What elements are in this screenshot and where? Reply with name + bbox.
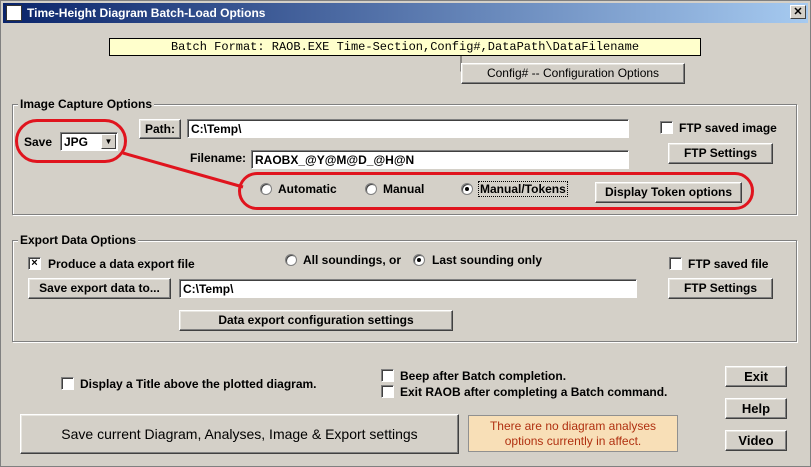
export-ftp-settings-button[interactable]: FTP Settings — [668, 278, 773, 299]
beep-checkbox[interactable] — [381, 369, 394, 382]
beep-label: Beep after Batch completion. — [400, 369, 567, 383]
display-title-label: Display a Title above the plotted diagra… — [80, 377, 317, 391]
highlight-connector — [122, 151, 244, 189]
exit-raob-label: Exit RAOB after completing a Batch comma… — [400, 385, 668, 399]
path-button[interactable]: Path: — [139, 119, 181, 139]
save-current-settings-button[interactable]: Save current Diagram, Analyses, Image & … — [20, 414, 459, 454]
exit-raob-checkbox[interactable] — [381, 385, 394, 398]
export-data-group-title: Export Data Options — [18, 233, 139, 247]
config-options-button[interactable]: Config# -- Configuration Options — [461, 63, 685, 84]
help-button[interactable]: Help — [725, 398, 787, 419]
batch-format-text: Batch Format: RAOB.EXE Time-Section,Conf… — [109, 38, 701, 56]
image-path-input[interactable]: C:\Temp\ — [187, 119, 629, 138]
close-button[interactable]: ✕ — [790, 5, 806, 19]
produce-export-checkbox[interactable]: × — [28, 257, 41, 270]
analyses-note: There are no diagram analyses options cu… — [468, 415, 678, 452]
export-path-input[interactable]: C:\Temp\ — [179, 279, 637, 298]
produce-export-label: Produce a data export file — [48, 257, 195, 271]
exit-button[interactable]: Exit — [725, 366, 787, 387]
radio-last-sounding-label: Last sounding only — [432, 253, 542, 267]
radio-all-soundings-label: All soundings, or — [303, 253, 401, 267]
image-ftp-settings-button[interactable]: FTP Settings — [668, 143, 773, 164]
highlight-save-oval — [15, 119, 127, 163]
window-title: Time-Height Diagram Batch-Load Options — [27, 6, 266, 20]
ftp-saved-image-label: FTP saved image — [679, 121, 777, 135]
radio-last-sounding[interactable] — [413, 254, 425, 266]
data-export-config-button[interactable]: Data export configuration settings — [179, 310, 453, 331]
image-capture-group-title: Image Capture Options — [18, 97, 155, 111]
ftp-saved-image-checkbox[interactable] — [660, 121, 673, 134]
video-button[interactable]: Video — [725, 430, 787, 451]
app-icon — [6, 5, 22, 21]
save-export-data-button[interactable]: Save export data to... — [28, 278, 171, 299]
batch-load-options-window: Time-Height Diagram Batch-Load Options ✕… — [0, 0, 811, 467]
radio-selected-dot — [417, 258, 421, 262]
ftp-saved-file-checkbox[interactable] — [669, 257, 682, 270]
ftp-saved-file-label: FTP saved file — [688, 257, 769, 271]
title-bar: Time-Height Diagram Batch-Load Options ✕ — [3, 3, 808, 23]
radio-all-soundings[interactable] — [285, 254, 297, 266]
highlight-mode-oval — [238, 172, 754, 210]
display-title-checkbox[interactable] — [61, 377, 74, 390]
filename-input[interactable]: RAOBX_@Y@M@D_@H@N — [251, 150, 629, 169]
